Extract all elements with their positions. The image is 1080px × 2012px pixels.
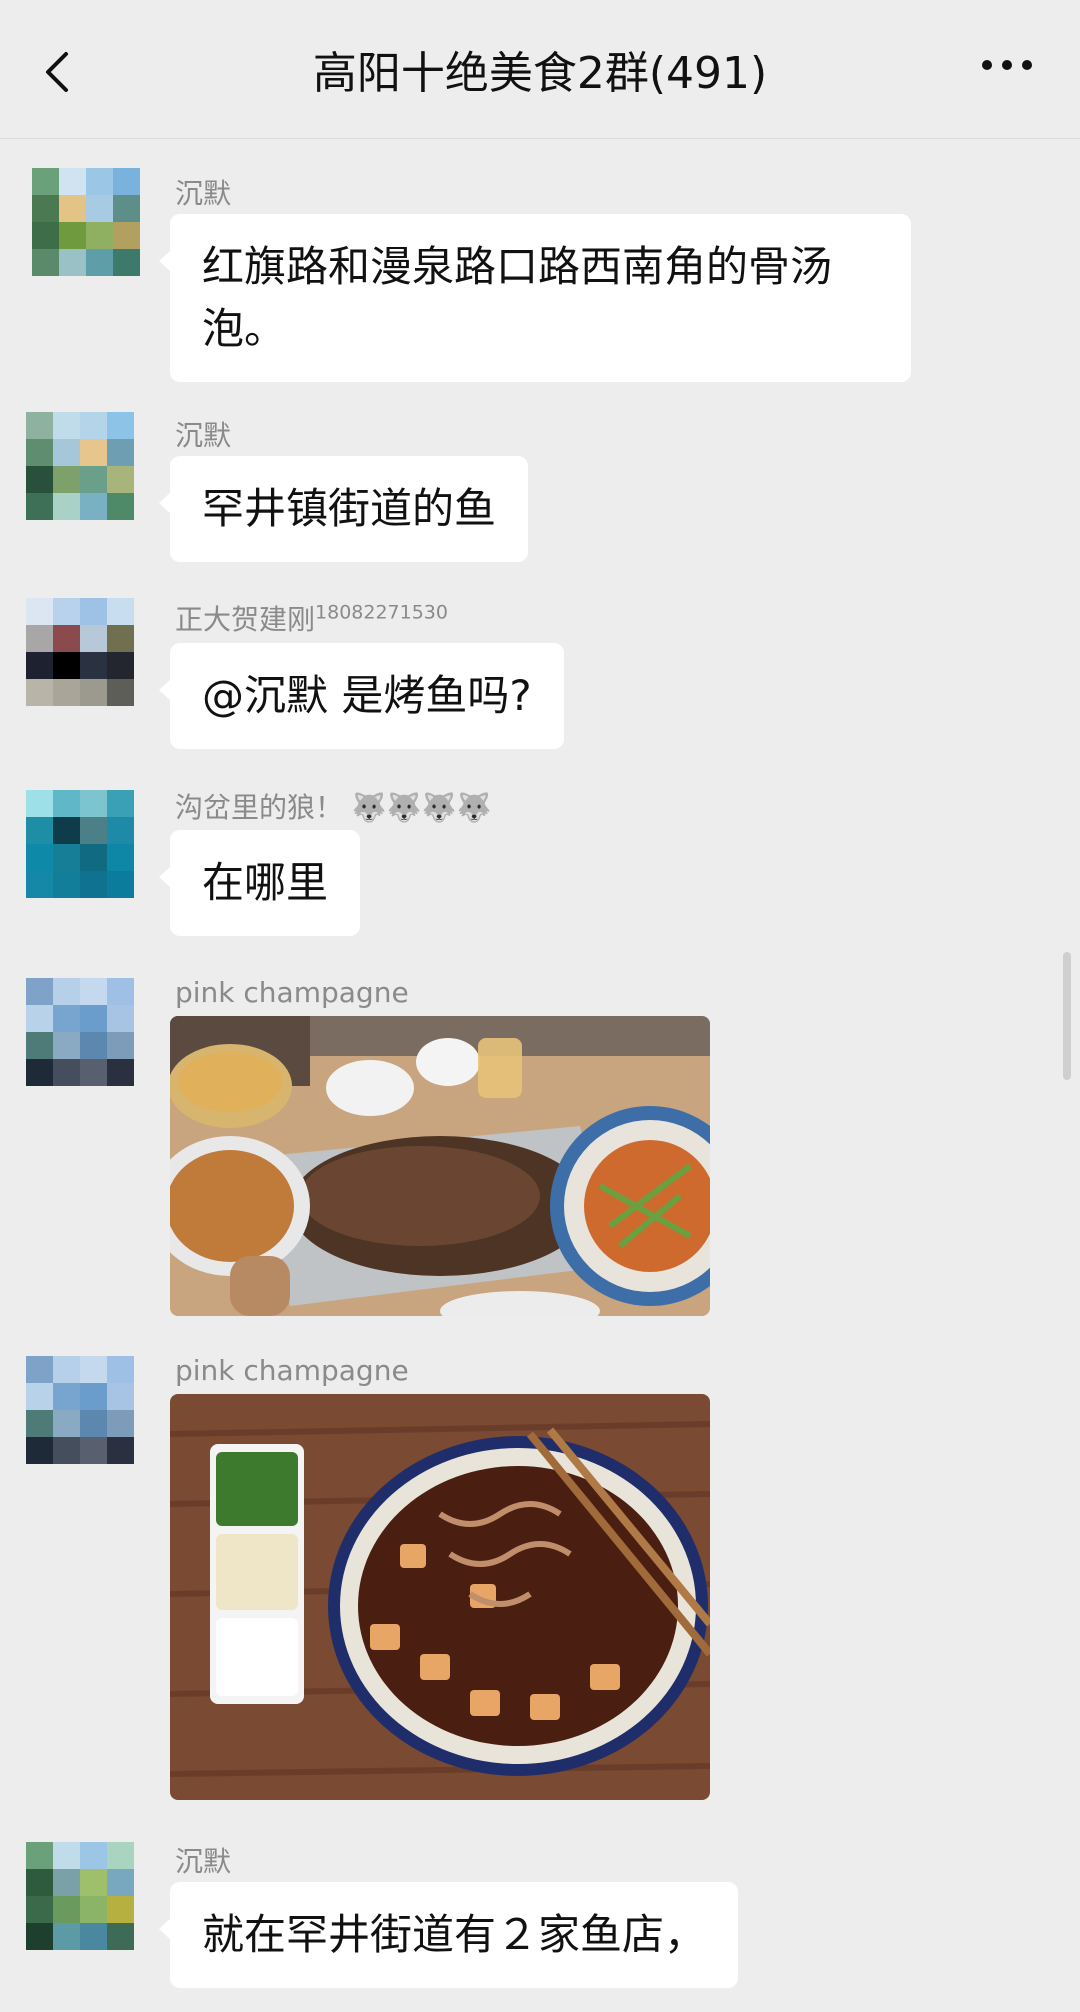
sender-name: pink champagne (175, 1354, 409, 1387)
sender-name-suffix: 18082271530 (315, 601, 448, 624)
sender-name: pink champagne (175, 976, 409, 1009)
sender-name: 沉默 (175, 177, 232, 210)
avatar[interactable] (26, 598, 134, 706)
avatar[interactable] (26, 1842, 134, 1950)
more-dots-icon[interactable] (980, 58, 1034, 72)
sender-name: 沉默 (175, 1845, 232, 1878)
sender-name: 沉默 (175, 419, 232, 452)
avatar[interactable] (26, 978, 134, 1086)
spicy-stew-dinner-photo[interactable] (170, 1394, 710, 1800)
grilled-fish-dinner-photo[interactable] (170, 1016, 710, 1316)
message-bubble[interactable]: 在哪里 (158, 830, 361, 936)
avatar[interactable] (26, 412, 134, 520)
message-bubble[interactable]: 红旗路和漫泉路口路西南角的骨汤泡。 (159, 214, 911, 382)
chat-header: 高阳十绝美食2群(491) (0, 0, 1080, 139)
avatar[interactable] (26, 1356, 134, 1464)
avatar[interactable] (32, 168, 140, 276)
sender-name-text: 正大贺建刚 (175, 603, 316, 636)
sender-name: 正大贺建刚18082271530 (175, 598, 448, 638)
message-bubble[interactable]: @沉默 是烤鱼吗? (159, 643, 564, 749)
message-bubble[interactable]: 就在罕井街道有２家鱼店， (158, 1882, 739, 1988)
avatar[interactable] (26, 790, 134, 898)
sender-name: 沟岔里的狼！ 🐺🐺🐺🐺 (175, 791, 492, 824)
scrollbar[interactable] (1063, 952, 1071, 1080)
chat-title: 高阳十绝美食2群(491) (312, 48, 768, 99)
message-bubble[interactable]: 罕井镇街道的鱼 (158, 456, 529, 562)
